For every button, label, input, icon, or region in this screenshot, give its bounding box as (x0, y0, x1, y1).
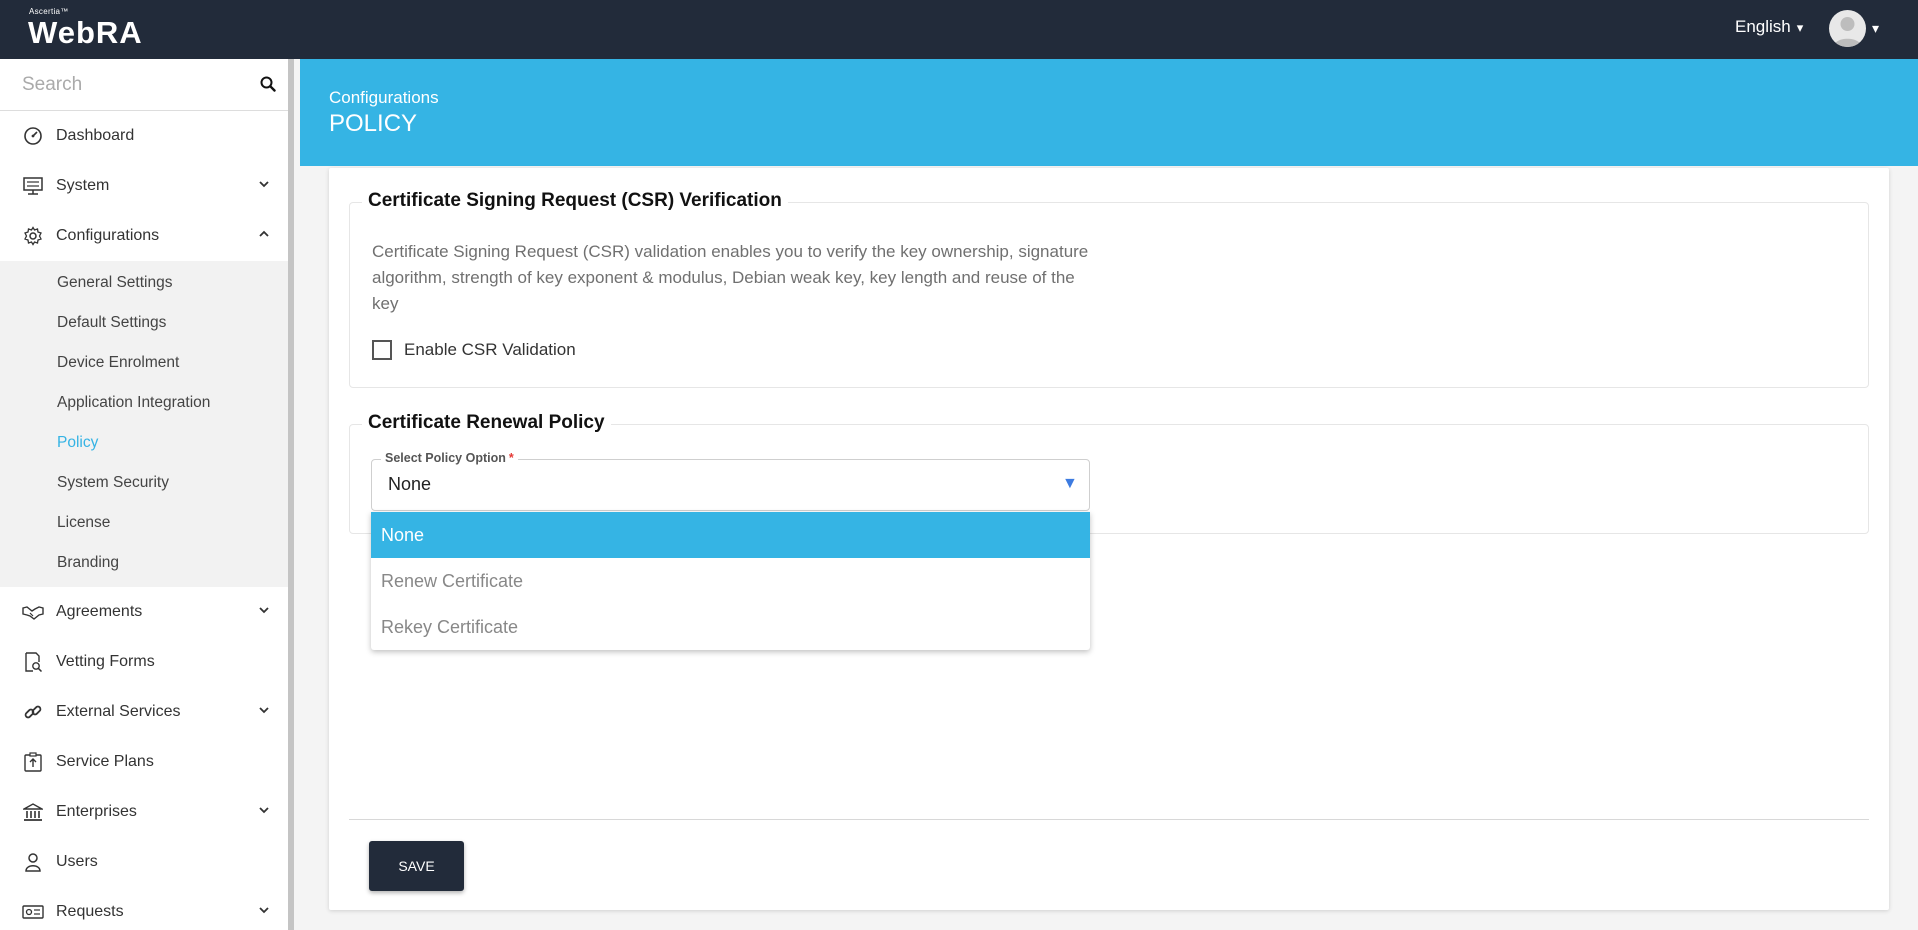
link-icon (22, 701, 44, 723)
user-menu-caret-icon: ▾ (1872, 20, 1880, 36)
csr-verification-section: Certificate Signing Request (CSR) Verifi… (349, 190, 1869, 388)
configurations-submenu: General Settings Default Settings Device… (0, 261, 288, 587)
sidebar: Dashboard System Configurations General … (0, 59, 294, 930)
sidebar-search (0, 59, 288, 111)
sidebar-item-external-services[interactable]: External Services (0, 687, 288, 737)
sidebar-item-label: Users (56, 853, 98, 870)
chevron-down-icon (259, 181, 269, 188)
renewal-section-title: Certificate Renewal Policy (362, 412, 611, 434)
sidebar-item-enterprises[interactable]: Enterprises (0, 787, 288, 837)
system-icon (22, 175, 44, 197)
sidebar-item-label: Service Plans (56, 753, 154, 770)
chevron-down-icon (259, 707, 269, 714)
select-label-text: Select Policy Option (385, 451, 506, 465)
sidebar-item-label: Requests (56, 903, 124, 920)
sidebar-item-label: Configurations (56, 227, 160, 244)
sidebar-subitem-branding[interactable]: Branding (0, 543, 288, 583)
sidebar-item-users[interactable]: Users (0, 837, 288, 887)
checkbox-box[interactable] (372, 340, 392, 360)
csr-section-title: Certificate Signing Request (CSR) Verifi… (362, 190, 788, 212)
sidebar-item-agreements[interactable]: Agreements (0, 587, 288, 637)
sidebar-item-label: System (56, 177, 110, 194)
bank-icon (22, 801, 44, 823)
checkbox-label: Enable CSR Validation (404, 340, 576, 359)
avatar (1829, 10, 1866, 47)
option-rekey-certificate[interactable]: Rekey Certificate (371, 604, 1090, 650)
sidebar-item-label: Dashboard (56, 127, 135, 144)
policy-option-select[interactable]: Select Policy Option * None ▼ (371, 451, 1090, 511)
dropdown-arrow-icon: ▼ (1062, 475, 1078, 492)
sidebar-item-label: Enterprises (56, 803, 137, 820)
sidebar-item-service-plans[interactable]: Service Plans (0, 737, 288, 787)
sidebar-subitem-application-integration[interactable]: Application Integration (0, 383, 288, 423)
sidebar-item-requests[interactable]: Requests (0, 887, 288, 930)
top-bar: Ascertia™ WebRA English ▾ ▾ (0, 0, 1918, 59)
sidebar-item-dashboard[interactable]: Dashboard (0, 111, 288, 161)
user-silhouette-icon (1833, 17, 1862, 47)
policy-option-dropdown: None Renew Certificate Rekey Certificate (371, 512, 1090, 650)
chevron-down-icon (259, 607, 269, 614)
dashboard-icon (22, 125, 44, 147)
service-plans-icon (22, 751, 44, 773)
divider (349, 819, 1869, 820)
sidebar-item-configurations[interactable]: Configurations (0, 211, 288, 261)
brand-name: WebRA (28, 15, 143, 50)
language-selector[interactable]: English ▾ (1735, 17, 1803, 37)
sidebar-subitem-license[interactable]: License (0, 503, 288, 543)
sidebar-item-label: External Services (56, 703, 181, 720)
user-menu[interactable]: ▾ (1829, 10, 1879, 47)
select-value: None (388, 474, 432, 494)
required-marker: * (508, 451, 514, 465)
option-renew-certificate[interactable]: Renew Certificate (371, 558, 1090, 604)
page-title: POLICY (329, 110, 418, 137)
save-button[interactable]: SAVE (369, 841, 464, 891)
select-label: Select Policy Option * (381, 451, 518, 465)
gear-icon (22, 225, 44, 247)
policy-card: Certificate Signing Request (CSR) Verifi… (329, 168, 1889, 910)
brand-logo[interactable]: Ascertia™ WebRA (28, 7, 143, 50)
language-caret-icon: ▾ (1796, 20, 1804, 35)
chevron-down-icon (259, 907, 269, 914)
requests-icon (22, 901, 44, 923)
csr-description: Certificate Signing Request (CSR) valida… (372, 242, 1089, 313)
chevron-down-icon (259, 807, 269, 814)
sidebar-item-label: Vetting Forms (56, 653, 155, 670)
sidebar-subitem-policy[interactable]: Policy (0, 423, 288, 463)
option-none[interactable]: None (371, 512, 1090, 558)
sidebar-subitem-default-settings[interactable]: Default Settings (0, 303, 288, 343)
sidebar-subitem-system-security[interactable]: System Security (0, 463, 288, 503)
language-label: English (1735, 17, 1791, 36)
chevron-up-icon (259, 230, 269, 237)
vetting-forms-icon (22, 651, 44, 673)
handshake-icon (22, 601, 44, 623)
users-icon (22, 851, 44, 873)
search-input[interactable] (0, 59, 240, 111)
sidebar-item-label: Agreements (56, 603, 143, 620)
page-header: Configurations POLICY (300, 59, 1918, 166)
breadcrumb[interactable]: Configurations (329, 88, 439, 108)
search-icon[interactable] (260, 76, 276, 92)
enable-csr-validation-checkbox[interactable]: Enable CSR Validation (372, 340, 576, 360)
sidebar-subitem-device-enrolment[interactable]: Device Enrolment (0, 343, 288, 383)
sidebar-item-system[interactable]: System (0, 161, 288, 211)
sidebar-item-vetting-forms[interactable]: Vetting Forms (0, 637, 288, 687)
sidebar-subitem-general-settings[interactable]: General Settings (0, 263, 288, 303)
